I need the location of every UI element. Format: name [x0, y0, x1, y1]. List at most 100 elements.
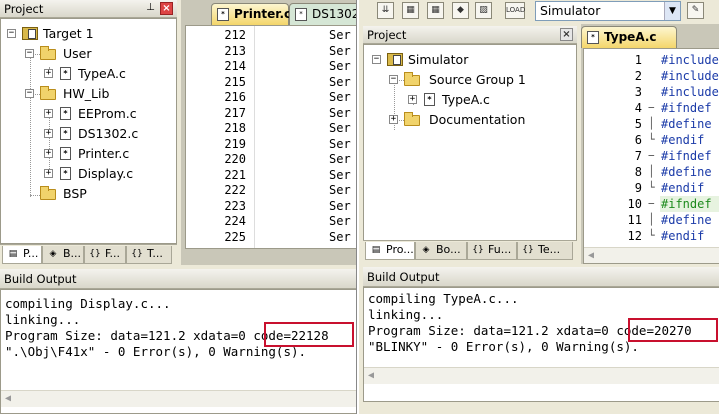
collapse-icon[interactable]: − [7, 29, 16, 38]
line-number: 215 [224, 74, 246, 89]
tree-node-hw-lib[interactable]: − HW_Lib [23, 85, 173, 103]
tab-ds1302[interactable]: * DS1302 [289, 3, 360, 25]
left-editor: * Printer.c * DS1302 212 Ser 213 Ser 214 Ser 215… [181, 0, 360, 265]
tree-node-documentation[interactable]: + Documentation [387, 111, 567, 129]
expand-icon[interactable]: + [44, 149, 53, 158]
gutter-separator [254, 26, 255, 248]
tab-functions[interactable]: {} Fu... [467, 242, 517, 260]
tree-node-display[interactable]: + * Display.c [42, 165, 172, 183]
tab-templates[interactable]: {} T... [126, 246, 172, 264]
build-icon[interactable]: ▦ [402, 2, 419, 19]
c-file-icon: * [60, 107, 71, 120]
left-code-area[interactable]: 212 Ser 213 Ser 214 Ser 215 Ser 216 Ser 217 Ser 218 S… [185, 25, 360, 249]
line-number: 3 [634, 85, 642, 99]
scroll-left-icon[interactable]: ◀ [368, 370, 374, 381]
scroll-left-icon[interactable]: ◀ [588, 250, 594, 261]
code-line: #define [661, 213, 712, 227]
close-icon[interactable]: × [160, 2, 173, 15]
code-line: #ifndef [661, 101, 712, 115]
load-icon[interactable]: LOAD [505, 2, 525, 19]
code-line: #endif [661, 229, 705, 243]
tab-typea-c[interactable]: * TypeA.c [581, 26, 677, 48]
horizontal-scrollbar[interactable]: ◀ [364, 367, 719, 384]
right-build-output: Build Output compiling TypeA.c... linkin… [363, 267, 719, 414]
line-number: 218 [224, 121, 246, 135]
stop-build-icon[interactable]: ▨ [475, 2, 492, 19]
expand-icon[interactable]: + [44, 129, 53, 138]
expand-icon[interactable]: + [44, 109, 53, 118]
expand-icon[interactable]: + [389, 115, 398, 124]
fold-icon[interactable]: − [648, 197, 655, 210]
tree-node-user[interactable]: − User [23, 45, 173, 63]
c-file-icon: * [587, 31, 599, 44]
right-build-text[interactable]: compiling TypeA.c... linking... Program … [363, 287, 719, 402]
folder-icon [404, 112, 420, 126]
code-line: #define [661, 165, 712, 179]
folder-icon [40, 46, 56, 60]
code-line: #ifndef [661, 149, 712, 163]
pin-icon[interactable]: ⊥ [144, 2, 157, 15]
horizontal-scrollbar[interactable]: ◀ [1, 390, 359, 407]
tree-node-typea[interactable]: + * TypeA.c [406, 91, 566, 109]
collapse-icon[interactable]: − [25, 89, 34, 98]
target-icon [22, 27, 38, 40]
fold-icon[interactable]: − [648, 101, 655, 114]
tree-node-ds1302[interactable]: + * DS1302.c [42, 125, 172, 143]
right-window: ⇊ ▦ ▦ ◆ ▨ LOAD Simulator ▼ ✎ Project × −… [357, 0, 719, 414]
tab-books[interactable]: ◈ B... [42, 246, 84, 264]
right-project-panel: Project × − Simulator − Source Group 1 +… [363, 26, 577, 266]
fold-line: │ [648, 165, 655, 178]
target-icon [387, 53, 403, 66]
tab-printer-c[interactable]: * Printer.c [211, 3, 291, 25]
rebuild-icon[interactable]: ▦ [427, 2, 444, 19]
translate-icon[interactable]: ⇊ [377, 2, 394, 19]
code-line: Ser [329, 59, 351, 73]
target-options-icon[interactable]: ✎ [687, 2, 704, 19]
left-build-text[interactable]: compiling Display.c... linking... Progra… [0, 289, 360, 414]
close-icon[interactable]: × [560, 28, 573, 41]
tree-node-typea[interactable]: + * TypeA.c [42, 65, 172, 83]
tree-node-bsp[interactable]: BSP [23, 185, 173, 203]
tree-node-printer[interactable]: + * Printer.c [42, 145, 172, 163]
left-project-bottom-tabs: ▤ P... ◈ B... {} F... {} T... [0, 244, 177, 264]
tree-node-source-group-1[interactable]: − Source Group 1 [387, 71, 567, 89]
tree-node-eeprom[interactable]: + * EEProm.c [42, 105, 172, 123]
code-line: #endif [661, 133, 705, 147]
target-select[interactable]: Simulator ▼ [535, 1, 681, 21]
line-number: 214 [224, 59, 246, 73]
expand-icon[interactable]: + [408, 95, 417, 104]
left-project-title: Project [4, 2, 44, 16]
expand-icon[interactable]: + [44, 169, 53, 178]
chevron-down-icon[interactable]: ▼ [664, 2, 680, 20]
c-file-icon: * [60, 167, 71, 180]
folder-icon [40, 86, 56, 100]
left-project-tree: − Target 1 − User + * TypeA.c − HW_Lib + [0, 18, 177, 244]
functions-icon: {} [89, 249, 101, 259]
right-code-area[interactable]: 1 #include 2 #include 3 #include 4− #ifndef 5 │ #d… [583, 48, 719, 264]
tree-node-target-1[interactable]: − Target 1 [5, 25, 175, 43]
fold-icon[interactable]: − [648, 149, 655, 162]
collapse-icon[interactable]: − [25, 49, 34, 58]
code-line: #include [661, 53, 719, 67]
tab-project[interactable]: ▤ P... [2, 246, 42, 264]
tab-functions[interactable]: {} F... [84, 246, 126, 264]
tab-project[interactable]: ▤ Pro... [365, 242, 415, 260]
project-icon: ▤ [371, 245, 381, 255]
c-file-icon: * [60, 127, 71, 140]
templates-icon: {} [131, 249, 143, 259]
tab-templates[interactable]: {} Te... [517, 242, 573, 260]
folder-icon [40, 186, 56, 200]
tree-node-simulator[interactable]: − Simulator [370, 51, 570, 69]
code-line: Ser [329, 152, 351, 166]
expand-icon[interactable]: + [44, 69, 53, 78]
batch-build-icon[interactable]: ◆ [452, 2, 469, 19]
c-file-icon: * [424, 93, 435, 106]
tab-books[interactable]: ◈ Bo... [415, 242, 467, 260]
code-line: #endif [661, 181, 705, 195]
templates-icon: {} [522, 245, 534, 255]
horizontal-scrollbar[interactable]: ◀ [584, 247, 719, 263]
scroll-left-icon[interactable]: ◀ [5, 393, 11, 404]
code-line: Ser [329, 105, 351, 120]
collapse-icon[interactable]: − [389, 75, 398, 84]
collapse-icon[interactable]: − [372, 55, 381, 64]
